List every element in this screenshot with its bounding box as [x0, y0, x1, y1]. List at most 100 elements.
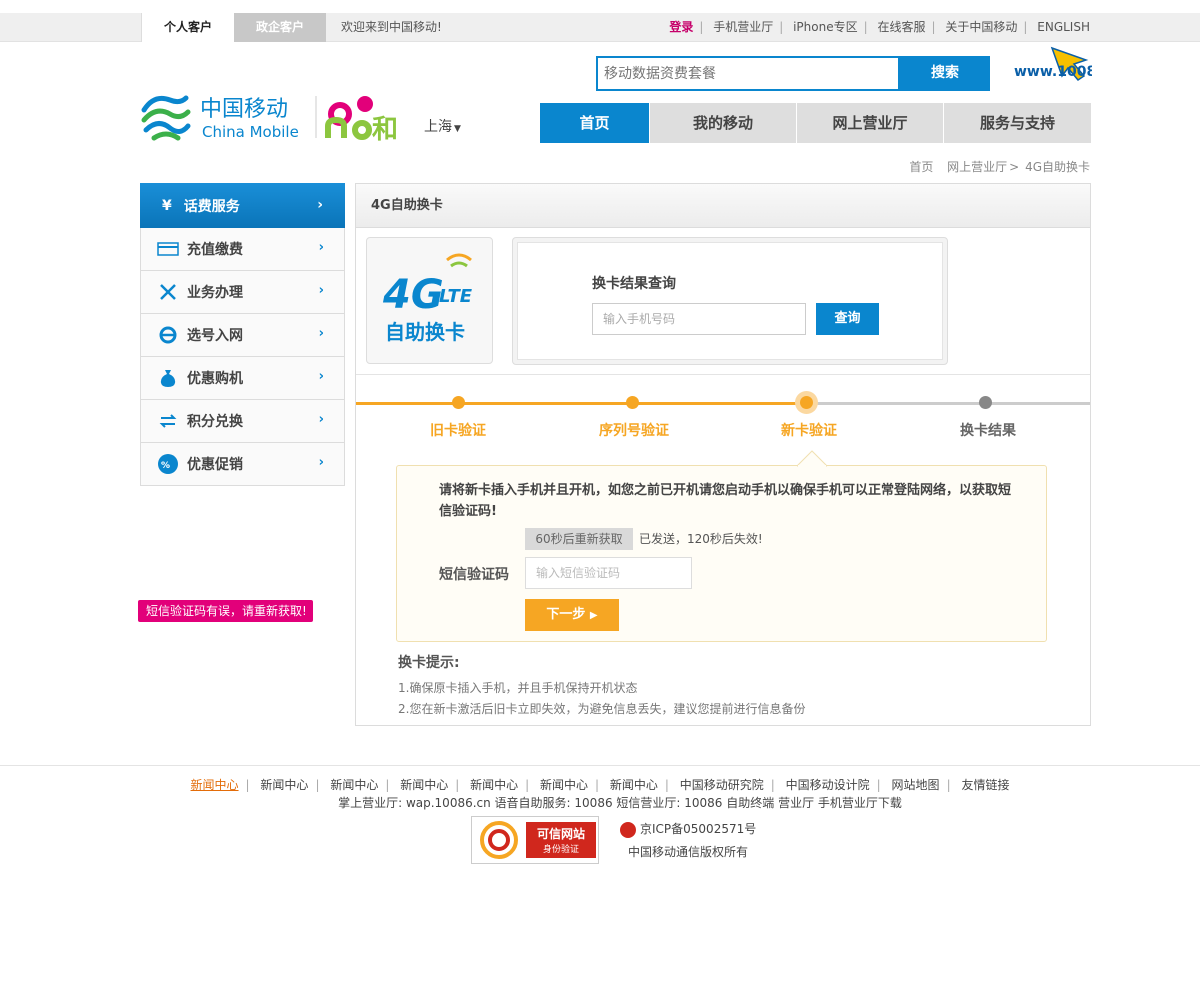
- query-button[interactable]: 查询: [816, 303, 879, 335]
- logo-brand-text: 和: [372, 115, 398, 144]
- copyright: 中国移动通信版权所有: [628, 845, 749, 859]
- nav-online-hall[interactable]: 网上营业厅: [797, 103, 944, 143]
- sidebar-item-label: 充值缴费: [187, 242, 243, 258]
- china-mobile-logo[interactable]: 中国移动 China Mobile 和: [140, 90, 470, 145]
- breadcrumb-online-hall[interactable]: 网上营业厅: [947, 160, 1007, 174]
- tools-icon: [157, 283, 179, 301]
- sidebar-item-label: 选号入网: [187, 328, 243, 344]
- tab-enterprise[interactable]: 政企客户: [234, 13, 326, 42]
- trusted-site-badge[interactable]: 可信网站 身份验证: [471, 816, 599, 864]
- sms-instruction: 请将新卡插入手机并且开机，如您之前已开机请您启动手机以确保手机可以正常登陆网络，…: [439, 483, 1012, 519]
- sidebar-item-label: 优惠促销: [187, 457, 243, 473]
- sidebar-header-label: 话费服务: [183, 198, 240, 215]
- progress-pending-line: [806, 402, 1090, 405]
- 4g-card-logo: 4G LTE 自助换卡: [366, 237, 493, 364]
- breadcrumb-home[interactable]: 首页: [909, 160, 933, 174]
- error-tooltip: 短信验证码有误，请重新获取!: [138, 600, 313, 622]
- site-10086-logo[interactable]: www.10086.cn: [1012, 46, 1130, 94]
- iphone-link[interactable]: iPhone专区: [793, 20, 858, 34]
- chevron-right-icon: ›: [318, 240, 324, 255]
- sidebar-item-recharge[interactable]: 充值缴费 ›: [140, 228, 345, 271]
- sidebar-item-label: 优惠购机: [187, 371, 243, 387]
- main-panel: 4G自助换卡 4G LTE 自助换卡 换卡结果查询 输入手机号码 查询 旧卡验证…: [355, 183, 1091, 726]
- tab-personal[interactable]: 个人客户: [141, 13, 234, 42]
- sms-code-input[interactable]: 输入短信验证码: [525, 557, 692, 589]
- sidebar-item-label: 积分兑换: [187, 414, 243, 430]
- discount-icon: %: [157, 454, 179, 474]
- city-selector[interactable]: 上海 ▼: [424, 116, 461, 136]
- chevron-right-icon: ›: [318, 412, 324, 427]
- nav-home[interactable]: 首页: [540, 103, 650, 143]
- police-badge-icon: [620, 821, 636, 838]
- progress-done-line: [356, 402, 806, 405]
- main-nav: 首页 我的移动 网上营业厅 服务与支持: [540, 103, 1091, 143]
- phone-number-input[interactable]: 输入手机号码: [592, 303, 806, 335]
- about-link[interactable]: 关于中国移动: [945, 20, 1017, 34]
- footer-link[interactable]: 新闻中心: [610, 778, 658, 792]
- nav-service-support[interactable]: 服务与支持: [944, 103, 1091, 143]
- ie-icon: [157, 326, 179, 344]
- mobile-hall-link[interactable]: 手机营业厅: [713, 20, 773, 34]
- moneybag-icon: [157, 369, 179, 387]
- resend-button[interactable]: 60秒后重新获取: [525, 528, 633, 550]
- sidebar-item-phone-deals[interactable]: 优惠购机 ›: [140, 357, 345, 400]
- footer-link[interactable]: 新闻中心: [470, 778, 518, 792]
- top-links: 登录 | 手机营业厅 | iPhone专区 | 在线客服 | 关于中国移动 | ENGLI…: [669, 20, 1090, 34]
- sent-status: 已发送，120秒后失效!: [639, 532, 763, 546]
- footer-link[interactable]: 网站地图: [892, 778, 940, 792]
- search-input[interactable]: [598, 58, 898, 89]
- footer-link[interactable]: 新闻中心: [540, 778, 588, 792]
- footer-links: 新闻中心 | 新闻中心 | 新闻中心 | 新闻中心 | 新闻中心 | 新闻中心 | 新闻中心…: [190, 778, 1010, 792]
- sidebar: ¥ 话费服务 › 充值缴费 › 业务办理 › 选号入网 › 优惠购机 › 积分兑…: [140, 183, 345, 486]
- icp-text: 京ICP备05002571号: [640, 822, 757, 836]
- tip-item: 2.您在新卡激活后旧卡立即失效，为避免信息丢失，建议您提前进行信息备份: [398, 702, 806, 716]
- footer-link[interactable]: 中国移动设计院: [786, 778, 870, 792]
- query-box: 换卡结果查询 输入手机号码 查询: [512, 237, 948, 365]
- search-button[interactable]: 搜索: [900, 56, 990, 91]
- tip-item: 1.确保原卡插入手机，并且手机保持开机状态: [398, 681, 638, 695]
- card-icon: [157, 240, 179, 258]
- breadcrumb: 首页 网上营业厅 > 4G自助换卡: [909, 160, 1090, 174]
- card-lte-text: LTE: [439, 286, 473, 307]
- search-field[interactable]: [596, 56, 900, 91]
- footer-link[interactable]: 友情链接: [961, 778, 1009, 792]
- yen-icon: ¥: [162, 197, 172, 214]
- footer-link[interactable]: 新闻中心: [330, 778, 378, 792]
- step-dot: [626, 396, 639, 409]
- sidebar-header[interactable]: ¥ 话费服务 ›: [140, 183, 345, 228]
- caret-down-icon: ▼: [454, 124, 461, 134]
- step-dot: [979, 396, 992, 409]
- step-dot: [800, 396, 813, 409]
- chevron-right-icon: ›: [318, 326, 324, 341]
- footer-divider: [0, 765, 1200, 766]
- english-link[interactable]: ENGLISH: [1037, 20, 1090, 34]
- card-title-text: 自助换卡: [385, 320, 465, 344]
- exchange-icon: [157, 412, 179, 430]
- progress-steps: 旧卡验证 序列号验证 新卡验证 换卡结果: [356, 391, 1090, 444]
- step-label: 序列号验证: [599, 423, 669, 439]
- footer-link[interactable]: 新闻中心: [260, 778, 308, 792]
- footer-services: 掌上营业厅: wap.10086.cn 语音自助服务: 10086 短信营业厅:…: [338, 796, 902, 810]
- sidebar-item-promotions[interactable]: % 优惠促销 ›: [140, 443, 345, 486]
- step-dot: [452, 396, 465, 409]
- sidebar-item-points[interactable]: 积分兑换 ›: [140, 400, 345, 443]
- welcome-text: 欢迎来到中国移动!: [341, 20, 442, 34]
- footer-link[interactable]: 中国移动研究院: [680, 778, 764, 792]
- footer-link[interactable]: 新闻中心: [191, 778, 239, 792]
- next-step-label: 下一步: [546, 607, 586, 622]
- breadcrumb-current: 4G自助换卡: [1025, 160, 1090, 174]
- sms-verify-box: 请将新卡插入手机并且开机，如您之前已开机请您启动手机以确保手机可以正常登陆网络，…: [396, 450, 1047, 642]
- sidebar-item-select-number[interactable]: 选号入网 ›: [140, 314, 345, 357]
- logo-en-text: China Mobile: [202, 123, 299, 141]
- online-service-link[interactable]: 在线客服: [877, 20, 925, 34]
- chevron-right-icon: ›: [318, 283, 324, 298]
- sidebar-item-business[interactable]: 业务办理 ›: [140, 271, 345, 314]
- icp-record[interactable]: 京ICP备05002571号: [620, 820, 756, 838]
- login-link[interactable]: 登录: [669, 20, 693, 34]
- panel-title: 4G自助换卡: [356, 184, 1090, 228]
- sidebar-item-label: 业务办理: [187, 285, 243, 301]
- footer-link[interactable]: 新闻中心: [400, 778, 448, 792]
- query-title: 换卡结果查询: [592, 276, 676, 292]
- next-step-button[interactable]: 下一步 ▶: [525, 599, 619, 631]
- nav-my-mobile[interactable]: 我的移动: [650, 103, 797, 143]
